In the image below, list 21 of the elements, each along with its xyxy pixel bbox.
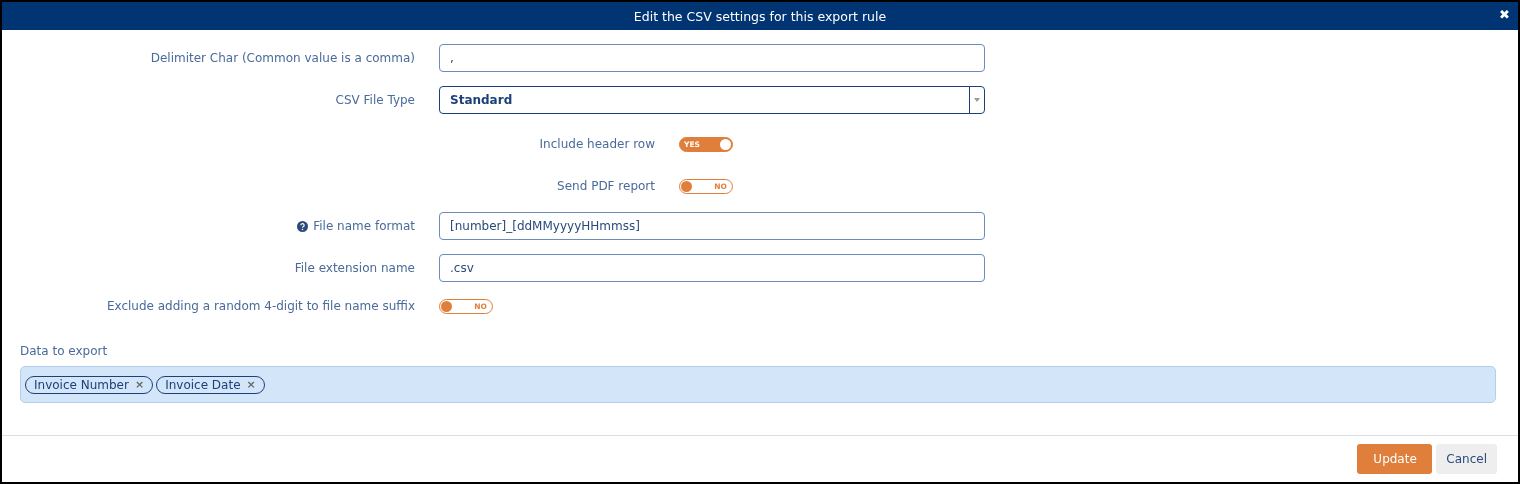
dialog-title: Edit the CSV settings for this export rule xyxy=(633,8,887,24)
text-field[interactable]: , xyxy=(439,44,985,72)
dropdown-field[interactable]: Standard xyxy=(439,86,985,114)
field-label: Include header row xyxy=(539,137,655,151)
tag-input[interactable]: Invoice Number × Invoice Date × xyxy=(20,366,1496,403)
field-label: Exclude adding a random 4-digit to file name suffix xyxy=(106,299,415,313)
caret-icon xyxy=(974,98,980,102)
cancel-button[interactable]: Cancel xyxy=(1436,444,1497,474)
tag-text: Invoice Date xyxy=(165,377,241,392)
remove-icon[interactable]: × xyxy=(246,378,256,391)
field-label: File extension name xyxy=(294,261,415,275)
text-field[interactable]: [number]_[ddMMyyyyHHmmss] xyxy=(439,212,985,240)
remove-icon[interactable]: × xyxy=(134,378,145,391)
field-label: File name format xyxy=(313,219,415,233)
field-label: Delimiter Char (Common value is a comma) xyxy=(150,51,415,65)
text-field[interactable]: .csv xyxy=(439,254,985,282)
tag-text: Invoice Number xyxy=(34,377,129,392)
section-label: Data to export xyxy=(20,344,109,358)
close-icon[interactable]: ✖ xyxy=(1499,8,1510,21)
field-label: CSV File Type xyxy=(335,93,415,107)
field-label: Send PDF report xyxy=(557,179,655,193)
